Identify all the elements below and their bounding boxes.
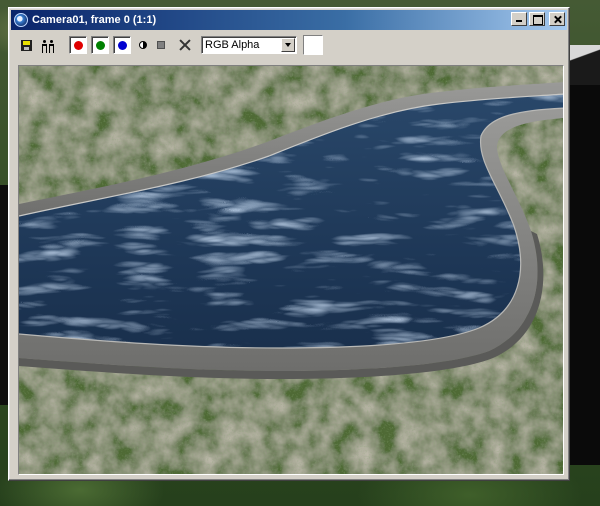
channel-select[interactable]: RGB Alpha [201, 36, 297, 54]
save-icon[interactable] [19, 36, 33, 54]
mono-icon[interactable] [137, 36, 149, 54]
maximize-icon[interactable] [529, 12, 545, 26]
clear-icon[interactable] [177, 36, 193, 54]
green-channel-icon [95, 40, 105, 50]
minimize-icon[interactable] [511, 12, 527, 26]
title-bar[interactable]: Camera01, frame 0 (1:1) [11, 10, 567, 30]
render-window: Camera01, frame 0 (1:1) RGB Alpha [8, 7, 570, 481]
clone-icon[interactable] [39, 36, 57, 54]
green-channel-button[interactable] [91, 36, 109, 54]
blue-channel-icon [117, 40, 127, 50]
toolbar: RGB Alpha [11, 32, 567, 58]
red-channel-icon [73, 40, 83, 50]
window-controls [511, 12, 565, 26]
render-viewport [18, 65, 564, 475]
close-icon[interactable] [549, 12, 565, 26]
red-channel-button[interactable] [69, 36, 87, 54]
color-swatch[interactable] [303, 35, 323, 55]
rendered-image [19, 66, 563, 474]
background-edge [0, 185, 8, 405]
blue-channel-button[interactable] [113, 36, 131, 54]
stop-icon[interactable] [155, 36, 167, 54]
channel-select-value: RGB Alpha [205, 39, 260, 51]
background-panel [566, 45, 600, 465]
chevron-down-icon[interactable] [281, 38, 295, 52]
window-title: Camera01, frame 0 (1:1) [32, 14, 157, 26]
app-icon[interactable] [14, 13, 28, 27]
